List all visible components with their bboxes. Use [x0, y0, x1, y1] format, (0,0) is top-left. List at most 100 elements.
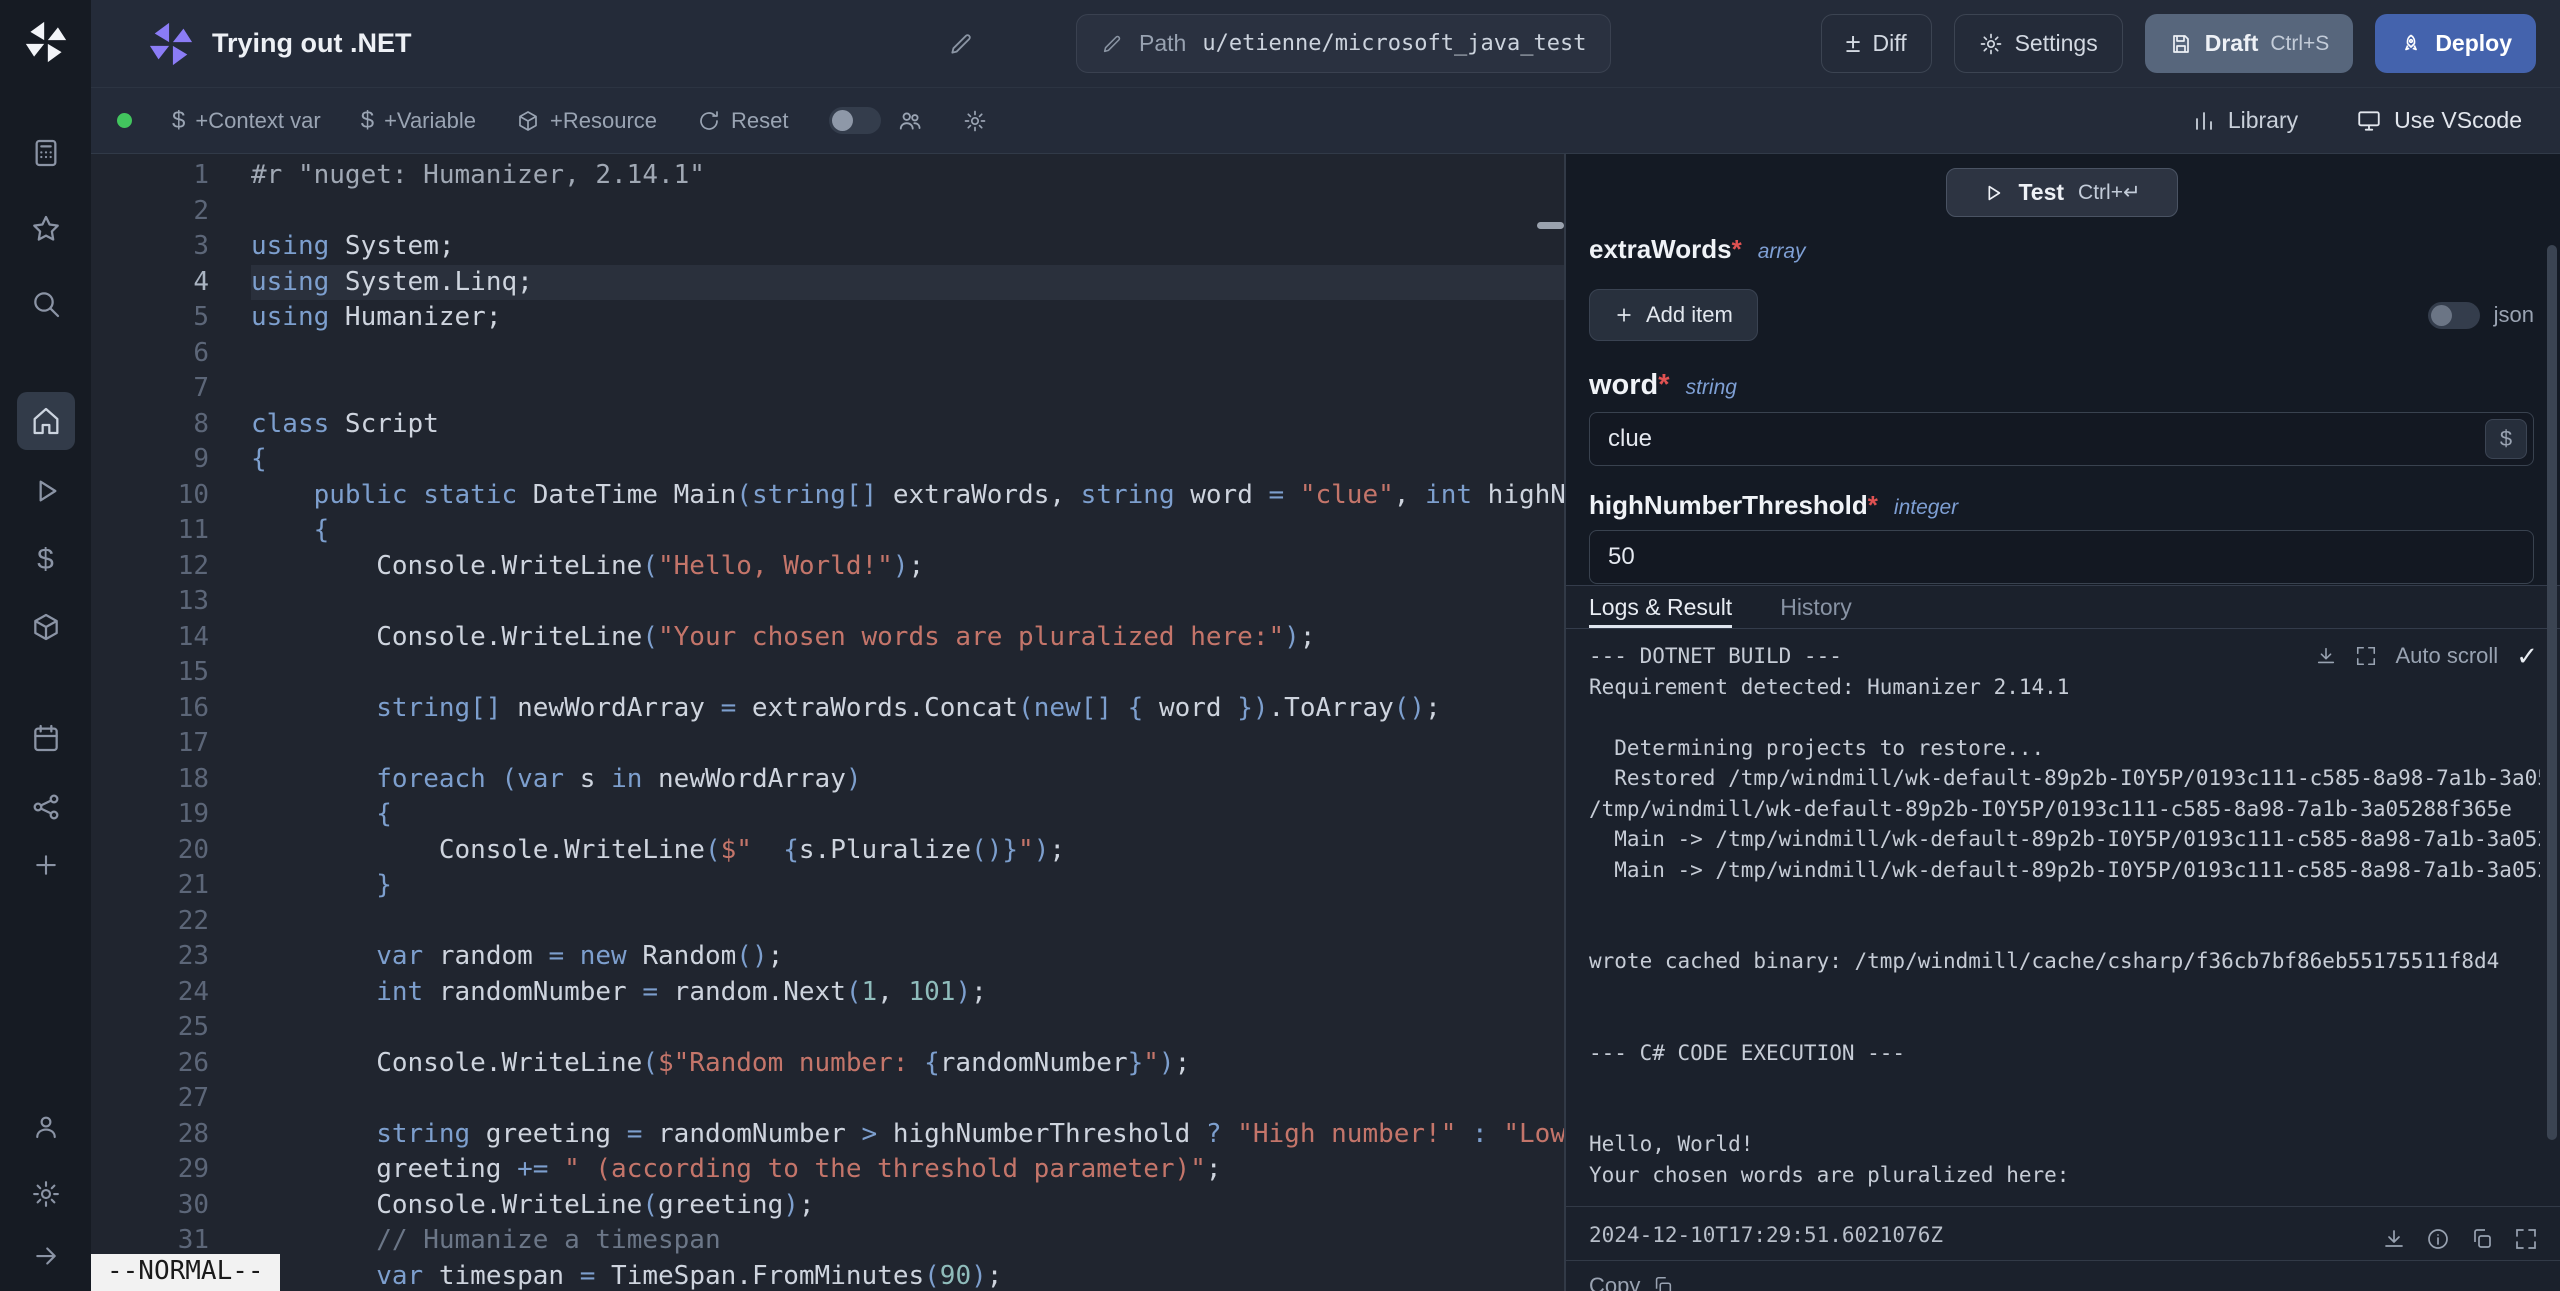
sidebar-collapse-icon[interactable] [17, 1227, 75, 1285]
sidebar-item-schedules[interactable] [17, 709, 75, 767]
cube-icon [516, 109, 540, 133]
fullscreen-result-icon[interactable] [2514, 1217, 2538, 1260]
logs-controls: Auto scroll ✓ [2315, 643, 2538, 669]
settings-button[interactable]: Settings [1954, 14, 2123, 73]
code-line[interactable]: 16 string[] newWordArray = extraWords.Co… [91, 691, 1564, 727]
copy-row[interactable]: Copy [1566, 1261, 2560, 1291]
code-editor[interactable]: 1#r "nuget: Humanizer, 2.14.1"23using Sy… [91, 154, 1564, 1291]
code-line[interactable]: 31 // Humanize a timespan [91, 1223, 1564, 1259]
word-input-wrap: $ [1589, 412, 2534, 466]
clipboard-icon [1652, 1275, 1674, 1291]
edit-title-icon[interactable] [948, 31, 974, 57]
sidebar-item-account[interactable] [17, 1098, 75, 1156]
code-line[interactable]: 3using System; [91, 229, 1564, 265]
code-line[interactable]: 26 Console.WriteLine($"Random number: {r… [91, 1046, 1564, 1082]
script-title-wrap: Trying out .NET [212, 28, 974, 59]
code-line[interactable]: 19 { [91, 797, 1564, 833]
editor-toolbar: $ +Context var $ +Variable +Resource [91, 88, 2560, 154]
sidebar-item-create[interactable] [17, 836, 75, 894]
code-line[interactable]: 5using Humanizer; [91, 300, 1564, 336]
deploy-button[interactable]: Deploy [2375, 14, 2536, 73]
code-line[interactable]: 9{ [91, 442, 1564, 478]
multiplayer-toggle[interactable] [829, 107, 881, 134]
editor-settings-gear-icon[interactable] [963, 109, 987, 133]
copy-result-icon[interactable] [2470, 1217, 2494, 1260]
sidebar-item-runs[interactable] [17, 462, 75, 520]
code-line[interactable]: 2 [91, 194, 1564, 230]
code-line[interactable]: 7 [91, 371, 1564, 407]
code-line[interactable]: 29 greeting += " (according to the thres… [91, 1152, 1564, 1188]
logs-area: Auto scroll ✓ --- DOTNET BUILD --- Requi… [1566, 629, 2560, 1206]
code-line[interactable]: 18 foreach (var s in newWordArray) [91, 762, 1564, 798]
code-line[interactable]: 17 [91, 726, 1564, 762]
add-item-button[interactable]: Add item [1589, 289, 1758, 341]
status-dot [117, 113, 132, 128]
bars-icon [2192, 109, 2216, 133]
page-title: Trying out .NET [212, 28, 412, 59]
sidebar-item-favorites[interactable] [17, 200, 75, 258]
refresh-icon [697, 109, 721, 133]
code-line[interactable]: 11 { [91, 513, 1564, 549]
code-line[interactable]: 22 [91, 904, 1564, 940]
code-line[interactable]: 28 string greeting = randomNumber > high… [91, 1117, 1564, 1153]
code-line[interactable]: 12 Console.WriteLine("Hello, World!"); [91, 549, 1564, 585]
reset-button[interactable]: Reset [697, 108, 788, 134]
code-line[interactable]: 30 Console.WriteLine(greeting); [91, 1188, 1564, 1224]
test-button[interactable]: Test Ctrl+↵ [1946, 168, 2178, 217]
code-line[interactable]: 24 int randomNumber = random.Next(1, 101… [91, 975, 1564, 1011]
expand-logs-icon[interactable] [2355, 645, 2377, 667]
vertical-scrollbar[interactable] [2547, 245, 2557, 1140]
info-icon[interactable] [2426, 1217, 2450, 1260]
auto-scroll-checkbox[interactable]: ✓ [2516, 643, 2538, 669]
code-line[interactable]: 25 [91, 1010, 1564, 1046]
windmill-logo-icon[interactable] [20, 16, 72, 68]
code-line[interactable]: 27 [91, 1081, 1564, 1117]
tab-logs-result[interactable]: Logs & Result [1589, 586, 1732, 628]
code-lines[interactable]: 1#r "nuget: Humanizer, 2.14.1"23using Sy… [91, 158, 1564, 1291]
add-variable-button[interactable]: $ +Variable [361, 107, 476, 135]
sidebar-item-apps[interactable] [17, 124, 75, 182]
download-logs-icon[interactable] [2315, 645, 2337, 667]
extrawords-controls: Add item json [1589, 289, 2534, 341]
dollar-icon: $ [172, 107, 185, 135]
panel-resize-grip[interactable] [1537, 222, 1564, 229]
add-context-var-button[interactable]: $ +Context var [172, 107, 321, 135]
sidebar-item-settings[interactable] [17, 1165, 75, 1223]
add-resource-button[interactable]: +Resource [516, 108, 657, 134]
sidebar-item-variables[interactable]: $ [17, 531, 75, 589]
code-line[interactable]: 20 Console.WriteLine($" {s.Pluralize()}"… [91, 833, 1564, 869]
code-line[interactable]: 8class Script [91, 407, 1564, 443]
rocket-icon [2399, 32, 2423, 56]
library-button[interactable]: Library [2192, 107, 2298, 134]
sidebar-item-triggers[interactable] [17, 778, 75, 836]
code-line[interactable]: 13 [91, 584, 1564, 620]
sidebar-item-resources[interactable] [17, 598, 75, 656]
toolbar-right: Library Use VScode [2192, 107, 2522, 134]
path-selector[interactable]: Path u/etienne/microsoft_java_test [1076, 14, 1611, 73]
code-line[interactable]: 21 } [91, 868, 1564, 904]
variable-picker-button[interactable]: $ [2485, 419, 2527, 459]
code-line[interactable]: 6 [91, 336, 1564, 372]
sidebar-item-home[interactable] [17, 392, 75, 450]
tab-history[interactable]: History [1780, 586, 1852, 628]
code-line[interactable]: 15 [91, 655, 1564, 691]
code-line[interactable]: 10 public static DateTime Main(string[] … [91, 478, 1564, 514]
workspace-logo-icon[interactable] [148, 21, 194, 67]
users-icon[interactable] [897, 108, 923, 134]
json-toggle[interactable] [2428, 302, 2480, 329]
code-line[interactable]: 23 var random = new Random(); [91, 939, 1564, 975]
edit-path-icon [1101, 33, 1123, 55]
code-line[interactable]: 32 var timespan = TimeSpan.FromMinutes(9… [91, 1259, 1564, 1291]
diff-button[interactable]: ± Diff [1821, 14, 1932, 73]
code-line[interactable]: 4using System.Linq; [91, 265, 1564, 301]
multiplayer-group [829, 107, 923, 134]
sidebar-item-search[interactable] [17, 275, 75, 333]
download-result-icon[interactable] [2382, 1217, 2406, 1260]
gear-icon [1979, 32, 2003, 56]
code-line[interactable]: 1#r "nuget: Humanizer, 2.14.1" [91, 158, 1564, 194]
code-line[interactable]: 14 Console.WriteLine("Your chosen words … [91, 620, 1564, 656]
use-vscode-button[interactable]: Use VScode [2356, 107, 2522, 134]
threshold-input[interactable] [1589, 530, 2534, 584]
draft-button[interactable]: Draft Ctrl+S [2145, 14, 2354, 73]
word-input[interactable] [1589, 412, 2534, 466]
